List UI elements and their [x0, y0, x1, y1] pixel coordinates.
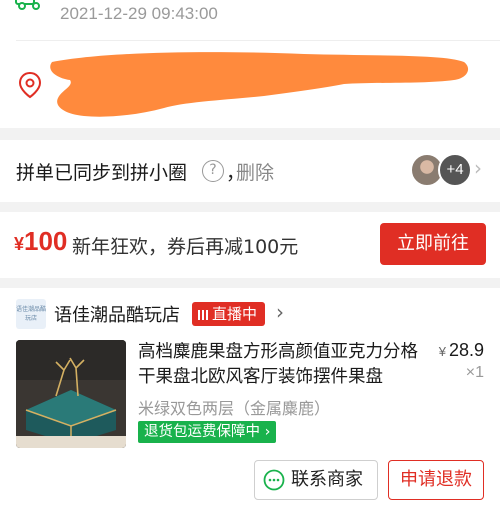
delivery-time: 2021-12-29 09:43:00: [60, 4, 218, 23]
product-price: ¥28.9: [439, 340, 484, 361]
contact-seller-label: 联系商家: [291, 469, 363, 490]
currency-symbol: ¥: [14, 234, 25, 254]
product-image[interactable]: [16, 340, 126, 448]
return-shipping-guarantee[interactable]: 退货包运费保障中 ›: [138, 421, 277, 443]
truck-icon: [15, 0, 40, 10]
live-badge[interactable]: 直播中: [192, 302, 266, 326]
help-icon[interactable]: ?: [202, 160, 224, 182]
chevron-right-icon[interactable]: ›: [276, 300, 284, 324]
promo-amount: ¥100: [14, 226, 67, 257]
order-card: 语佳潮品酷玩店 语佳潮品酷玩店 直播中 › 高档麋鹿果盘方形高颜值亚克力分格干果…: [0, 288, 500, 532]
divider: [16, 40, 500, 41]
promo-text: 新年狂欢，券后再减100元: [72, 236, 299, 258]
product-spec: 米绿双色两层（金属麋鹿）: [138, 399, 331, 418]
delivery-card: 2021-12-29 09:43:00: [0, 0, 500, 128]
product-title[interactable]: 高档麋鹿果盘方形高颜值亚克力分格干果盘北欧风客厅装饰摆件果盘: [138, 340, 420, 390]
shop-name[interactable]: 语佳潮品酷玩店: [54, 301, 180, 327]
location-pin-icon: [18, 71, 42, 99]
product-quantity: ×1: [465, 364, 484, 381]
shop-logo[interactable]: 语佳潮品酷玩店: [16, 299, 46, 329]
promo-card: ¥100 新年狂欢，券后再减100元 立即前往: [0, 212, 500, 278]
chevron-right-icon[interactable]: ›: [474, 156, 482, 180]
sync-message: 拼单已同步到拼小圈: [16, 162, 188, 184]
delete-link[interactable]: 删除: [236, 158, 274, 185]
request-refund-button[interactable]: 申请退款: [388, 460, 484, 500]
live-bars-icon: [198, 310, 208, 320]
address-redaction: [50, 52, 469, 117]
currency-symbol: ¥: [438, 344, 446, 359]
fruit-tray-image: [16, 340, 126, 448]
contact-seller-button[interactable]: 联系商家: [254, 460, 378, 500]
chat-icon: [263, 469, 285, 491]
live-label: 直播中: [212, 305, 258, 323]
price-value: 28.9: [448, 340, 484, 360]
promo-value: 100: [24, 226, 68, 256]
avatar-more-count[interactable]: +4: [438, 153, 472, 187]
go-now-button[interactable]: 立即前往: [380, 223, 486, 265]
